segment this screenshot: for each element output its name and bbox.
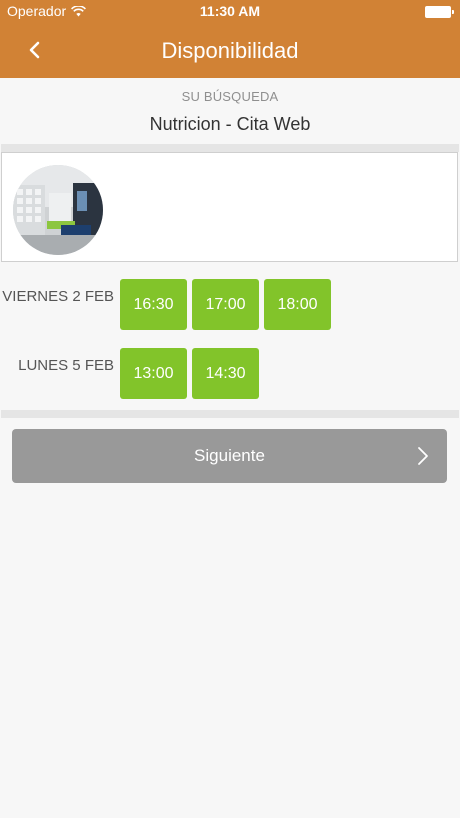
time-slot-button[interactable]: 13:00 [120, 348, 187, 399]
next-button-label: Siguiente [194, 446, 265, 465]
search-value: Nutricion - Cita Web [149, 114, 311, 134]
divider [1, 144, 459, 152]
provider-card[interactable] [1, 152, 458, 262]
search-caption: SU BÚSQUEDA [181, 89, 279, 104]
clinic-photo [13, 165, 103, 255]
next-button[interactable]: Siguiente [12, 429, 447, 483]
time-slot-button[interactable]: 16:30 [120, 279, 187, 330]
time-slot-button[interactable]: 14:30 [192, 348, 259, 399]
status-bar: Operador 11:30 AM [0, 0, 460, 22]
status-time: 11:30 AM [199, 3, 261, 19]
battery-icon [425, 6, 454, 18]
divider [1, 410, 459, 418]
page-title: Disponibilidad [161, 38, 299, 63]
day-label: LUNES 5 FEB [18, 357, 114, 374]
time-slot-button[interactable]: 17:00 [192, 279, 259, 330]
header-bar: Operador 11:30 AM Disponibilidad [0, 0, 460, 78]
time-slot-button[interactable]: 18:00 [264, 279, 331, 330]
chevron-right-icon [418, 447, 428, 465]
day-label: VIERNES 2 FEB [2, 288, 114, 305]
